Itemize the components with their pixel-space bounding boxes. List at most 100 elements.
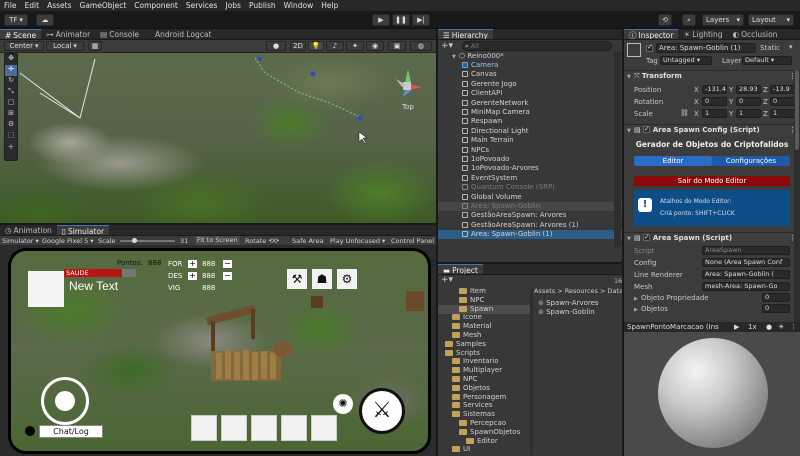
hierarchy-item[interactable]: 1oPovoado-Arvores <box>438 164 622 173</box>
object-name-field[interactable]: Area: Spawn-Goblin (1) <box>656 43 756 53</box>
hierarchy-item[interactable]: Canvas <box>438 70 622 79</box>
layout-dropdown[interactable]: Layout ▾ <box>748 14 794 26</box>
character-button[interactable]: ☗ <box>312 269 332 289</box>
pivot-dropdown[interactable]: Center ▾ <box>4 41 44 51</box>
slider-handle[interactable] <box>132 238 137 243</box>
hierarchy-item[interactable]: GestãoAreaSpawn: Arvores <box>438 211 622 220</box>
camera-button[interactable]: ▣ <box>388 41 406 51</box>
skill-button[interactable]: ✺ <box>333 394 353 414</box>
chat-log-button[interactable]: Chat/Log <box>39 425 103 438</box>
tag-dropdown[interactable]: Untagged ▾ <box>660 56 712 65</box>
safe-area-button[interactable]: Safe Area <box>292 237 323 245</box>
hidden-toggle[interactable]: ◉ <box>366 41 384 51</box>
menu-item-window[interactable]: Window <box>280 1 318 10</box>
hierarchy-item[interactable]: Directional Light <box>438 127 622 136</box>
hierarchy-item[interactable]: GerenteNetwork <box>438 99 622 108</box>
active-checkbox[interactable] <box>646 43 653 52</box>
settings-button[interactable]: ⚙ <box>337 269 357 289</box>
project-folder-row[interactable]: Spawn <box>438 304 530 314</box>
project-folder-row[interactable]: Samples <box>438 340 530 349</box>
hierarchy-item[interactable]: EventSystem <box>438 174 622 183</box>
step-button[interactable]: ▶| <box>412 14 430 26</box>
config-tab-button[interactable]: Configurações <box>712 156 790 166</box>
scale-tool-icon[interactable]: ⤡ <box>5 87 17 98</box>
scale-x-field[interactable]: 1 <box>702 109 727 118</box>
pause-button[interactable]: ❚❚ <box>392 14 410 26</box>
hierarchy-item[interactable]: ClientAPI <box>438 89 622 98</box>
menu-item-gameobject[interactable]: GameObject <box>76 1 131 10</box>
tab-animator[interactable]: ⊶ Animator <box>41 29 95 39</box>
asset-file-row[interactable]: ⊛ Spawn-Arvores <box>538 299 599 308</box>
effects-toggle[interactable]: ✦ <box>346 41 364 51</box>
project-folder-row[interactable]: Services <box>438 401 530 410</box>
menu-item-edit[interactable]: Edit <box>21 1 44 10</box>
mesh-field[interactable]: mesh-Area: Spawn-Go <box>702 282 790 291</box>
light-icon[interactable]: ☀ <box>778 322 784 332</box>
device-dropdown[interactable]: Google Pixel 5 ▾ <box>42 237 94 245</box>
menu-item-assets[interactable]: Assets <box>43 1 75 10</box>
rotation-y-field[interactable]: 0 <box>736 97 761 106</box>
scrollbar-thumb[interactable] <box>795 70 799 150</box>
hotbar-slot-1[interactable] <box>191 415 217 441</box>
breadcrumb-item[interactable]: Assets <box>534 287 555 295</box>
hierarchy-item[interactable]: Camera <box>438 61 622 70</box>
scene-root-row[interactable]: ▼ ⬡ Reino000* <box>438 52 622 61</box>
menu-item-component[interactable]: Component <box>130 1 182 10</box>
hierarchy-item[interactable]: 1oPovoado <box>438 155 622 164</box>
chevron-down-icon[interactable]: ▾ <box>789 43 793 51</box>
hotbar-slot-3[interactable] <box>251 415 277 441</box>
hierarchy-item[interactable]: Area: Spawn-Goblin <box>438 202 622 211</box>
stat-minus-button[interactable]: − <box>223 272 232 280</box>
hierarchy-item[interactable]: MiniMap Camera <box>438 108 622 117</box>
project-folder-row[interactable]: Personagem <box>438 393 530 402</box>
project-split[interactable] <box>530 287 533 455</box>
move-tool-icon[interactable]: ✛ <box>5 65 17 76</box>
menu-item-jobs[interactable]: Jobs <box>221 1 244 10</box>
play-button[interactable]: ▶ <box>372 14 390 26</box>
account-dropdown[interactable]: TF ▾ <box>4 14 28 26</box>
editor-tool-icon[interactable]: ⬚ <box>5 131 17 142</box>
tab-lighting[interactable]: ☀ Lighting <box>678 29 727 39</box>
gizmos-button[interactable]: ◍ <box>410 41 432 51</box>
hierarchy-item[interactable]: Main Terrain <box>438 136 622 145</box>
sim-mode-dropdown[interactable]: Simulator ▾ <box>2 237 39 245</box>
transform-tool-icon[interactable]: ⊞ <box>5 109 17 120</box>
layers-dropdown[interactable]: Layers ▾ <box>702 14 744 26</box>
project-folder-row[interactable]: Sistemas <box>438 410 530 419</box>
hierarchy-item[interactable]: Area: Spawn-Goblin (1) <box>438 230 622 240</box>
lighting-toggle[interactable]: 💡 <box>308 41 324 51</box>
position-x-field[interactable]: -131.4 <box>702 85 727 94</box>
speed-icon[interactable]: 1x <box>748 322 757 332</box>
project-folder-row[interactable]: Multiplayer <box>438 366 530 375</box>
rotation-z-field[interactable]: 0 <box>770 97 796 106</box>
hotbar-slot-2[interactable] <box>221 415 247 441</box>
project-folder-row[interactable]: Item <box>438 287 530 296</box>
search-button[interactable]: ⌕ <box>682 14 696 26</box>
stat-minus-button[interactable]: − <box>223 260 232 268</box>
tab-console[interactable]: ▤ Console <box>95 29 144 39</box>
config-field[interactable]: None (Area Spawn Conf <box>702 258 790 267</box>
scale-z-field[interactable]: 1 <box>770 109 796 118</box>
project-folder-row[interactable]: SpawnObjetos <box>438 428 530 437</box>
hierarchy-item[interactable]: Gerente Jogo <box>438 80 622 89</box>
grid-button[interactable]: ▦ <box>88 41 102 51</box>
rotate-tool-icon[interactable]: ↻ <box>5 76 17 87</box>
project-folder-row[interactable]: Material <box>438 322 530 331</box>
project-folder-row[interactable]: UI <box>438 445 530 454</box>
custom-tool-icon[interactable]: ⚙ <box>5 120 17 131</box>
layer-dropdown[interactable]: Default ▾ <box>742 56 792 65</box>
area-spawn-header[interactable]: ▼▤ Area Spawn (Script)⋮ <box>624 232 800 243</box>
joystick-handle[interactable] <box>55 391 75 411</box>
scale-y-field[interactable]: 1 <box>736 109 761 118</box>
rotate-button[interactable]: Rotate ⟲⟳ <box>245 237 279 245</box>
hierarchy-search-input[interactable]: ⌕ All <box>462 41 612 51</box>
tab-scene[interactable]: # Scene <box>0 29 42 39</box>
hand-tool-icon[interactable]: ✥ <box>5 54 17 65</box>
tab-occlusion[interactable]: ◐ Occlusion <box>728 29 783 39</box>
link-icon[interactable]: ⛓ <box>680 109 689 117</box>
tab-logcat[interactable]: Android Logcat <box>150 29 216 39</box>
project-folder-row[interactable]: NPC <box>438 296 530 305</box>
hierarchy-item[interactable]: Global Volume <box>438 193 622 202</box>
tab-hierarchy[interactable]: ☰ Hierarchy <box>438 29 493 39</box>
project-folder-row[interactable]: Scripts <box>438 349 530 358</box>
